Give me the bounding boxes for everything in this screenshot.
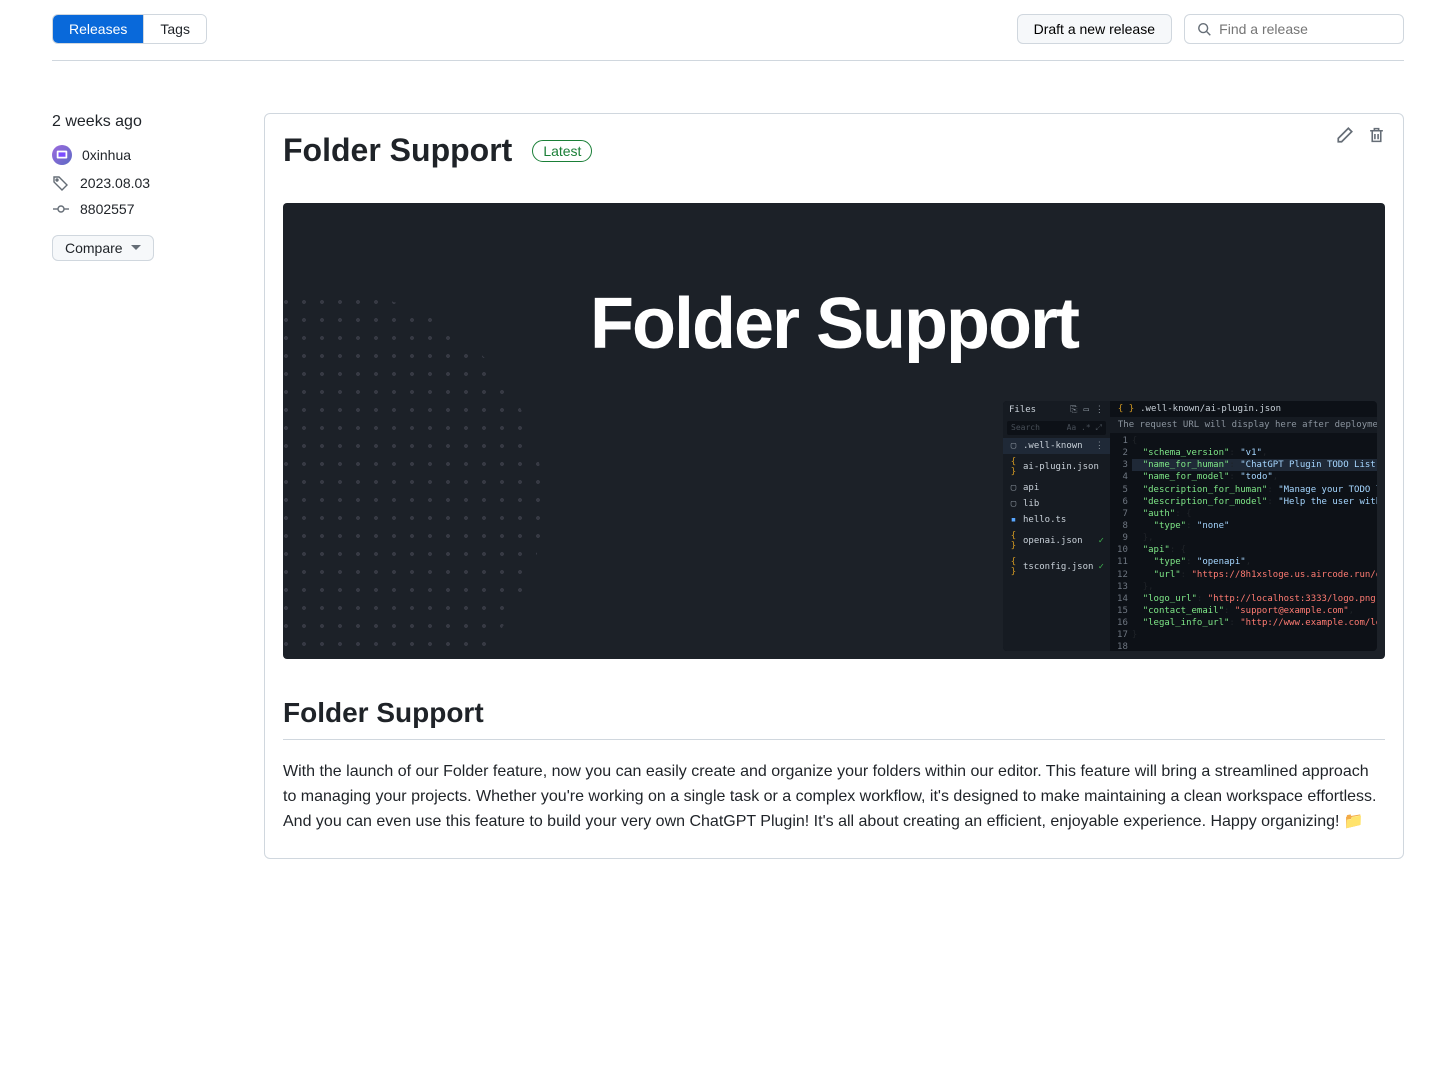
delete-icon[interactable]	[1368, 126, 1385, 144]
avatar[interactable]	[52, 145, 72, 165]
file-item: { }ai-plugin.json	[1003, 454, 1110, 480]
open-file-name: .well-known/ai-plugin.json	[1140, 404, 1281, 414]
release-time: 2 weeks ago	[52, 113, 248, 131]
tag-icon	[52, 175, 70, 191]
compare-label: Compare	[65, 240, 123, 256]
ide-mockup: Files ⎘▭⋮ SearchAa .* ⤢ ▢.well-known⋮{ }…	[1003, 401, 1377, 651]
hero-title: Folder Support	[283, 283, 1385, 365]
tab-tags[interactable]: Tags	[143, 15, 206, 43]
draft-release-button[interactable]: Draft a new release	[1017, 14, 1172, 44]
body-text: With the launch of our Folder feature, n…	[283, 760, 1385, 834]
search-input[interactable]	[1219, 21, 1391, 37]
new-file-icon: ⎘	[1070, 405, 1077, 415]
new-folder-icon: ▭	[1083, 405, 1088, 415]
release-title: Folder Support	[283, 132, 512, 169]
url-hint: The request URL will display here after …	[1110, 417, 1377, 433]
author-link[interactable]: 0xinhua	[82, 147, 131, 163]
tabs: Releases Tags	[52, 14, 207, 44]
compare-button[interactable]: Compare	[52, 235, 154, 261]
hero-image: Folder Support Files ⎘ ▭ ⋮ Search Aa .* ⤢ ▢…	[283, 203, 1385, 659]
tag-link[interactable]: 2023.08.03	[80, 175, 150, 191]
file-item: ▢api	[1003, 480, 1110, 496]
latest-badge: Latest	[532, 140, 592, 162]
file-item: ▪hello.ts	[1003, 512, 1110, 528]
file-item: ▢.well-known⋮	[1003, 438, 1110, 454]
search-box[interactable]	[1184, 14, 1404, 44]
more-icon: ⋮	[1095, 405, 1104, 415]
commit-link[interactable]: 8802557	[80, 201, 135, 217]
file-item: ▢lib	[1003, 496, 1110, 512]
body-heading: Folder Support	[283, 697, 1385, 740]
chevron-down-icon	[131, 245, 141, 251]
files-search-hint: Aa .* ⤢	[1067, 423, 1102, 433]
tab-releases[interactable]: Releases	[53, 15, 143, 43]
files-label: Files	[1009, 405, 1036, 415]
edit-icon[interactable]	[1336, 126, 1354, 144]
file-item: { }tsconfig.json✓	[1003, 554, 1110, 580]
files-search-label: Search	[1011, 423, 1040, 433]
commit-icon	[52, 201, 70, 217]
file-item: { }openai.json✓	[1003, 528, 1110, 554]
search-icon	[1197, 21, 1211, 37]
